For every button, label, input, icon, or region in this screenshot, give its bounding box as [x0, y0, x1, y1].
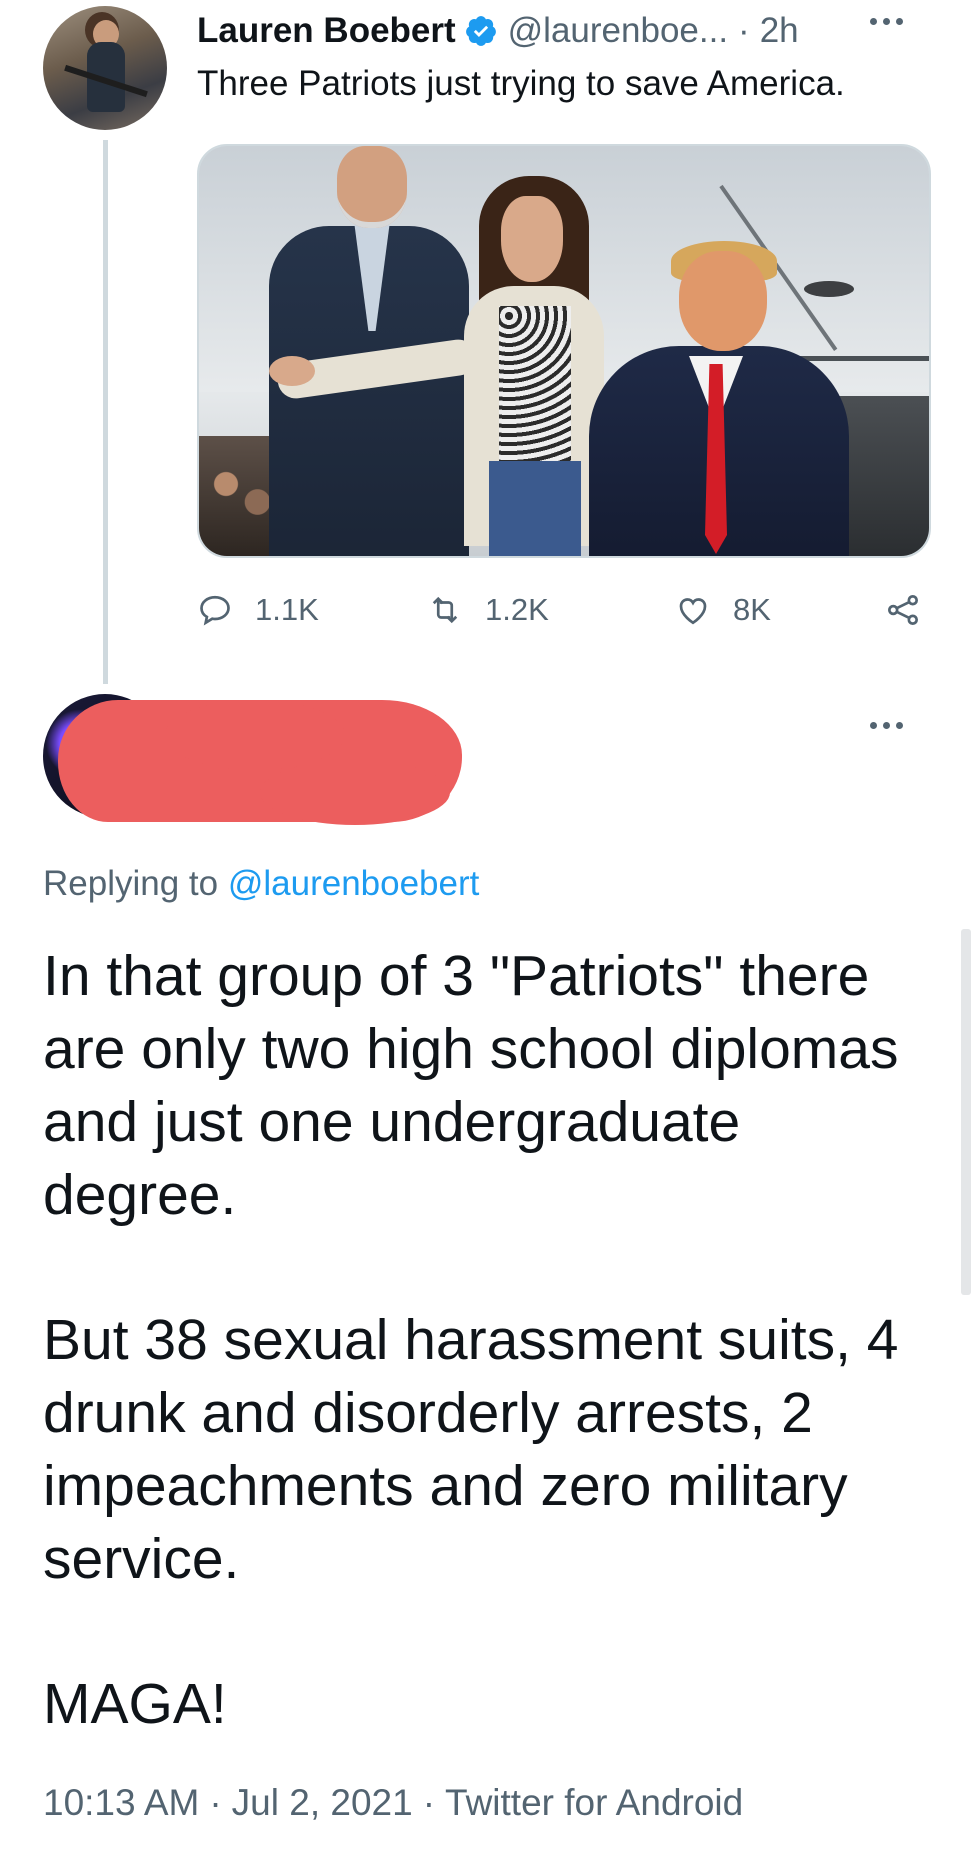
redaction-scribble: [165, 700, 345, 770]
like-icon: [679, 598, 707, 625]
share-button[interactable]: [885, 586, 921, 634]
verified-badge-icon: [465, 16, 496, 46]
replying-to-label: Replying to: [43, 864, 219, 903]
replying-to-line: Replying to @laurenboebert: [43, 864, 479, 904]
tweet-photo[interactable]: [197, 144, 931, 558]
like-button[interactable]: 8K: [675, 586, 771, 634]
reply-text-paragraph-3: MAGA!: [43, 1672, 227, 1736]
parent-tweet-text: Three Patriots just trying to save Ameri…: [197, 64, 845, 103]
footer-separator: ·: [422, 1782, 436, 1823]
scrollbar[interactable]: [961, 929, 971, 1295]
tweet-header: Lauren Boebert @laurenboe... · 2h: [197, 8, 799, 54]
tweet-time[interactable]: 10:13 AM: [43, 1782, 199, 1823]
more-icon[interactable]: [870, 722, 903, 729]
footer-separator: ·: [209, 1782, 222, 1823]
author-avatar[interactable]: [43, 6, 167, 130]
retweet-button[interactable]: 1.2K: [427, 586, 549, 634]
retweet-count: 1.2K: [485, 592, 549, 627]
share-icon: [888, 595, 918, 625]
author-display-name[interactable]: Lauren Boebert: [197, 11, 456, 51]
reply-button[interactable]: 1.1K: [197, 586, 319, 634]
retweet-icon: [432, 596, 458, 624]
redaction-scribble: [260, 760, 450, 825]
replying-to-mention[interactable]: @laurenboebert: [228, 864, 480, 903]
reply-text-paragraph-1: In that group of 3 "Patriots" there are …: [43, 944, 899, 1227]
tweet-client[interactable]: Twitter for Android: [445, 1782, 743, 1823]
tweet-meta-footer: 10:13 AM · Jul 2, 2021 · Twitter for Android: [43, 1782, 743, 1824]
header-separator: ·: [738, 11, 750, 50]
reply-icon: [200, 595, 230, 626]
author-handle[interactable]: @laurenboe...: [508, 11, 728, 51]
tweet-time-ago[interactable]: 2h: [760, 11, 799, 51]
reply-text-paragraph-2: But 38 sexual harassment suits, 4 drunk …: [43, 1308, 899, 1591]
more-icon[interactable]: [870, 18, 903, 25]
like-count: 8K: [733, 592, 771, 627]
tweet-date[interactable]: Jul 2, 2021: [232, 1782, 413, 1823]
reply-count: 1.1K: [255, 592, 319, 627]
thread-line: [103, 140, 108, 684]
tweet-action-bar: 1.1K 1.2K 8K: [197, 586, 927, 634]
